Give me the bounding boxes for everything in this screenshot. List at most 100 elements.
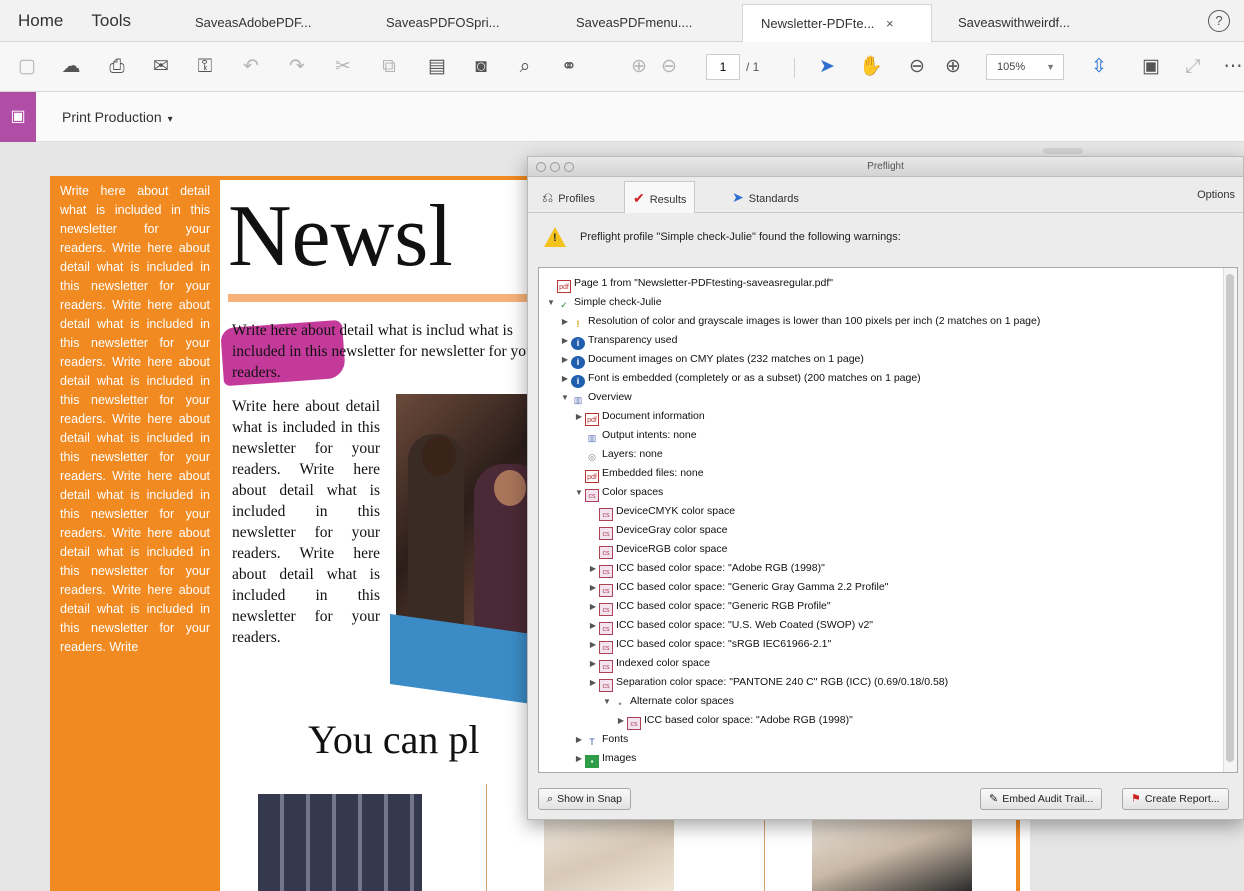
save-icon[interactable]: ▢ [14,54,40,80]
print-production-icon[interactable]: ▣ [0,92,36,142]
disclosure-closed-icon[interactable]: ▶ [559,350,571,369]
tree-row[interactable]: cs DeviceRGB color space [587,540,727,559]
zoom-out-icon[interactable]: ⊖ [904,54,930,80]
more-icon[interactable]: ⋯ [1220,54,1244,80]
disclosure-open-icon[interactable]: ▼ [545,293,557,312]
search-icon[interactable]: ⌕ [512,54,538,80]
tree-scrollbar[interactable] [1223,268,1237,772]
tree-row[interactable]: ▶ cs ICC based color space: "Generic Gray … [587,578,888,597]
tab-profiles[interactable]: ⎌ Profiles [534,181,603,213]
disclosure-closed-icon[interactable]: ▶ [573,749,585,768]
zoom-in-icon[interactable]: ⊕ [940,54,966,80]
tree-row[interactable]: ▶ T Fonts [573,730,628,749]
tree-row[interactable]: ▶ i Font is embedded (completely or as a s… [559,369,921,388]
tree-row[interactable]: pdf Embedded files: none [573,464,704,483]
doc-tab-newsletter[interactable]: Newsletter-PDFte... × [742,4,932,42]
page-display-icon[interactable]: ▣ [1138,54,1164,80]
home-tab[interactable]: Home [0,0,77,42]
select-cursor-icon[interactable]: ➤ [814,54,840,80]
options-menu[interactable]: Options [1197,189,1235,201]
panel-grip[interactable] [1043,148,1083,154]
copy-icon[interactable]: ⧉ [376,54,402,80]
tree-row[interactable]: ▶ cs ICC based color space: "U.S. Web Coat… [587,616,873,635]
minimize-window-icon[interactable] [550,162,560,172]
pdf-security-icon[interactable]: ⚿ [192,54,218,80]
embed-audit-trail-button[interactable]: ✎ Embed Audit Trail... [980,788,1103,810]
color-space-icon: cs [599,584,613,597]
disclosure-closed-icon[interactable]: ▶ [587,654,599,673]
disclosure-closed-icon[interactable]: ▶ [587,635,599,654]
tree-row[interactable]: pdf Page 1 from "Newsletter-PDFtesting-sa… [545,274,833,293]
tree-row[interactable]: ▼ ✓ Simple check-Julie [545,293,662,312]
print-production-menu[interactable]: Print Production ▾ [62,92,173,145]
create-report-button[interactable]: ⚑ Create Report... [1122,788,1229,810]
disclosure-closed-icon[interactable]: ▶ [587,673,599,692]
zoom-window-icon[interactable] [564,162,574,172]
tree-row[interactable]: cs DeviceGray color space [587,521,727,540]
fit-page-icon[interactable]: ⇳ [1086,54,1112,80]
zoom-select[interactable]: 105% ▼ [986,54,1064,80]
disclosure-open-icon[interactable]: ▼ [559,388,571,407]
snapshot-icon[interactable]: ◙ [468,54,494,80]
cut-icon[interactable]: ✂ [330,54,356,80]
tree-row[interactable]: ▶ i Document images on CMY plates (232 mat… [559,350,864,369]
results-tree[interactable]: pdf Page 1 from "Newsletter-PDFtesting-sa… [538,267,1238,773]
doc-tab-saveaspdfmenu[interactable]: SaveasPDFmenu.... [566,4,716,42]
full-screen-icon[interactable]: ⤢ [1180,54,1206,80]
paste-icon[interactable]: ▤ [424,54,450,80]
color-space-icon: cs [599,603,613,616]
tree-row[interactable]: ▶ cs ICC based color space: "Adobe RGB (19… [615,711,853,730]
scrollbar-thumb[interactable] [1226,274,1234,762]
tree-row[interactable]: ▶ ▪ Images [573,749,636,768]
undo-icon[interactable]: ↶ [238,54,264,80]
redo-icon[interactable]: ↷ [284,54,310,80]
print-icon[interactable]: ⎙ [104,54,130,80]
close-icon[interactable]: × [886,16,894,31]
close-window-icon[interactable] [536,162,546,172]
page-down-icon[interactable]: ⊖ [656,54,682,80]
tree-row[interactable]: ▶! Resolution of color and grayscale imag… [559,312,1040,331]
disclosure-closed-icon[interactable]: ▶ [615,711,627,730]
tree-row[interactable]: ▶ cs ICC based color space: "Adobe RGB (19… [587,559,825,578]
tree-row[interactable]: ▶ pdf Document information [573,407,705,426]
tab-results[interactable]: ✔ Results [624,181,696,213]
disclosure-closed-icon[interactable]: ▶ [559,312,571,331]
hand-tool-icon[interactable]: ✋ [858,54,884,80]
disclosure-open-icon[interactable]: ▼ [573,483,585,502]
disclosure-closed-icon[interactable]: ▶ [587,559,599,578]
tree-row[interactable]: ◎ Layers: none [573,445,663,464]
find-binoculars-icon[interactable]: ⚭ [556,54,582,80]
tree-row[interactable]: ▥ Output intents: none [573,426,697,445]
tab-standards[interactable]: ➤ Standards [724,181,807,213]
tree-row[interactable]: ▶ cs Indexed color space [587,654,710,673]
doc-tab-saveaspdfospri[interactable]: SaveasPDFOSpri... [376,4,526,42]
tree-row[interactable]: cs DeviceCMYK color space [587,502,735,521]
disclosure-closed-icon[interactable]: ▶ [587,616,599,635]
disclosure-closed-icon[interactable]: ▶ [559,331,571,350]
disclosure-closed-icon[interactable]: ▶ [559,369,571,388]
show-in-snap-button[interactable]: ⌕ Show in Snap [538,788,631,810]
disclosure-closed-icon[interactable]: ▶ [587,578,599,597]
dialog-titlebar[interactable]: Preflight [528,157,1243,177]
tree-row-label: ICC based color space: "Adobe RGB (1998)… [616,562,825,574]
tree-row[interactable]: ▼ cs Color spaces [573,483,663,502]
page-number-input[interactable] [706,54,740,80]
tools-tab[interactable]: Tools [77,0,145,42]
tree-row[interactable]: ▼ • Alternate color spaces [601,692,734,711]
tree-row[interactable]: ▼ ▥ Overview [559,388,632,407]
disclosure-closed-icon[interactable]: ▶ [573,407,585,426]
help-icon[interactable]: ? [1208,10,1230,32]
disclosure-closed-icon[interactable]: ▶ [587,597,599,616]
mail-icon[interactable]: ✉ [148,54,174,80]
disclosure-open-icon[interactable]: ▼ [601,692,613,711]
upload-cloud-icon[interactable]: ☁ [58,54,84,80]
intro-paragraph: Write here about detail what is includ w… [232,322,539,381]
tree-row[interactable]: ▶ cs ICC based color space: "sRGB IEC61966… [587,635,831,654]
doc-tab-saveaswithweirdf[interactable]: Saveaswithweirdf... [948,4,1108,42]
tree-row[interactable]: ▶ cs ICC based color space: "Generic RGB P… [587,597,831,616]
page-up-icon[interactable]: ⊕ [626,54,652,80]
tree-row[interactable]: ▶ i Transparency used [559,331,678,350]
disclosure-closed-icon[interactable]: ▶ [573,730,585,749]
doc-tab-saveasadobepdf[interactable]: SaveasAdobePDF... [185,4,335,42]
tree-row[interactable]: ▶ cs Separation color space: "PANTONE 240 … [587,673,948,692]
